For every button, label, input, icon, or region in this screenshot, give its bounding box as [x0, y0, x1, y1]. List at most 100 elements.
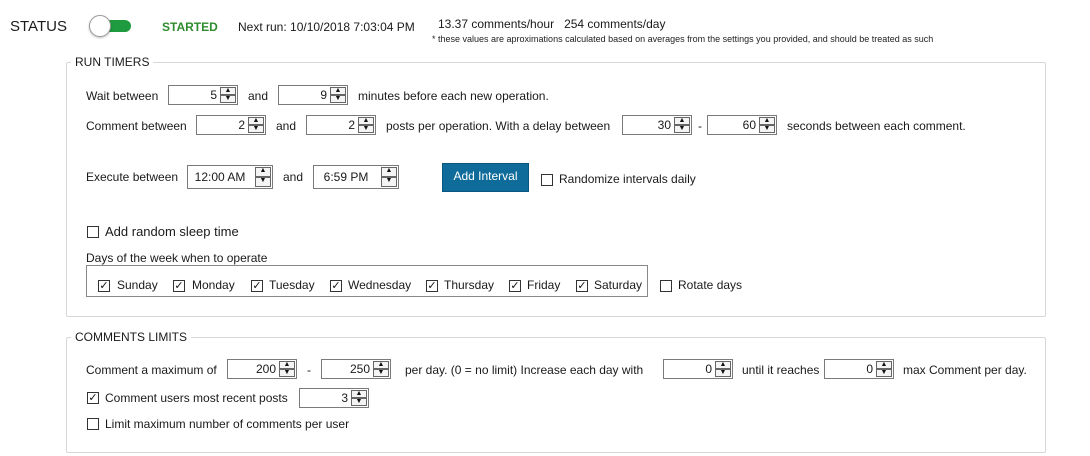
spin-down-icon[interactable]: ▼	[279, 369, 295, 377]
day-sunday-label: Sunday	[117, 278, 158, 292]
comment-max-value: 2	[348, 118, 355, 132]
delay-max-stepper[interactable]: 60 ▲ ▼	[707, 115, 777, 135]
status-state: STARTED	[162, 20, 218, 34]
next-run-text: Next run: 10/10/2018 7:03:04 PM	[238, 20, 415, 34]
day-sunday-checkbox[interactable]: ✓	[98, 280, 110, 292]
days-label: Days of the week when to operate	[86, 251, 268, 265]
spin-up-icon[interactable]: ▲	[248, 117, 264, 125]
comment-max-dash: -	[307, 363, 311, 377]
sleep-checkbox[interactable]	[87, 226, 99, 238]
day-saturday-checkbox[interactable]: ✓	[576, 280, 588, 292]
recent-posts-label: Comment users most recent posts	[105, 391, 288, 405]
comment-max-suffix: max Comment per day.	[903, 363, 1027, 377]
spin-up-icon[interactable]: ▲	[351, 390, 367, 398]
reaches-value: 0	[866, 362, 873, 376]
day-saturday-label: Saturday	[594, 278, 643, 292]
delay-suffix: seconds between each comment.	[787, 119, 966, 133]
status-toggle[interactable]	[89, 15, 133, 37]
spin-up-icon[interactable]: ▲	[358, 117, 374, 125]
execute-end-time[interactable]: 6:59 PM ▲ ▼	[313, 165, 399, 189]
spin-up-icon[interactable]: ▲	[330, 87, 346, 95]
day-monday-label: Monday	[192, 278, 235, 292]
comment-max-max-value: 250	[349, 362, 370, 376]
add-interval-button[interactable]: Add Interval	[442, 163, 529, 192]
spin-down-icon[interactable]: ▼	[373, 369, 389, 377]
reaches-stepper[interactable]: 0 ▲ ▼	[824, 359, 894, 379]
spin-up-icon[interactable]: ▲	[255, 167, 271, 177]
comment-min-stepper[interactable]: 2 ▲ ▼	[196, 115, 266, 135]
status-label: STATUS	[10, 18, 67, 35]
comments-per-day: 254 comments/day	[564, 17, 666, 31]
wait-min-value: 5	[210, 88, 217, 102]
recent-posts-stepper[interactable]: 3 ▲ ▼	[299, 388, 369, 408]
spin-up-icon[interactable]: ▲	[220, 87, 236, 95]
run-timers-legend: RUN TIMERS	[75, 55, 150, 69]
comments-per-hour: 13.37 comments/hour	[438, 17, 555, 31]
delay-min-stepper[interactable]: 30 ▲ ▼	[622, 115, 692, 135]
spin-up-icon[interactable]: ▲	[715, 361, 731, 369]
rates: 13.37 comments/hour 254 comments/day	[438, 17, 665, 31]
spin-up-icon[interactable]: ▲	[381, 167, 397, 177]
spin-down-icon[interactable]: ▼	[248, 125, 264, 133]
spin-down-icon[interactable]: ▼	[351, 398, 367, 406]
wait-suffix: minutes before each new operation.	[358, 89, 549, 103]
wait-and-label: and	[248, 89, 269, 103]
delay-max-value: 60	[742, 118, 756, 132]
day-thursday-checkbox[interactable]: ✓	[426, 280, 438, 292]
comment-mid-text: posts per operation. With a delay betwee…	[386, 119, 611, 133]
spin-up-icon[interactable]: ▲	[279, 361, 295, 369]
comment-max-mid: per day. (0 = no limit) Increase each da…	[405, 363, 644, 377]
wait-max-value: 9	[320, 88, 327, 102]
delay-dash: -	[698, 119, 702, 133]
spin-down-icon[interactable]: ▼	[381, 177, 397, 187]
day-friday-label: Friday	[527, 278, 561, 292]
comment-and-label: and	[276, 119, 297, 133]
spin-down-icon[interactable]: ▼	[715, 369, 731, 377]
day-tuesday-label: Tuesday	[269, 278, 315, 292]
comment-max-stepper[interactable]: 2 ▲ ▼	[306, 115, 376, 135]
day-monday-checkbox[interactable]: ✓	[173, 280, 185, 292]
delay-min-value: 30	[657, 118, 671, 132]
increase-stepper[interactable]: 0 ▲ ▼	[663, 359, 733, 379]
toggle-knob	[89, 15, 111, 37]
randomize-label: Randomize intervals daily	[559, 172, 696, 186]
execute-start-value: 12:00 AM	[194, 170, 246, 184]
spin-up-icon[interactable]: ▲	[759, 117, 775, 125]
increase-value: 0	[705, 362, 712, 376]
spin-down-icon[interactable]: ▼	[330, 95, 346, 103]
limit-per-user-checkbox[interactable]	[87, 418, 99, 430]
spin-down-icon[interactable]: ▼	[876, 369, 892, 377]
day-tuesday-checkbox[interactable]: ✓	[251, 280, 263, 292]
spin-down-icon[interactable]: ▼	[255, 177, 271, 187]
spin-down-icon[interactable]: ▼	[220, 95, 236, 103]
approximation-note: * these values are aproximations calcula…	[432, 34, 934, 44]
rotate-days-checkbox[interactable]	[660, 280, 672, 292]
wait-min-stepper[interactable]: 5 ▲ ▼	[168, 85, 238, 105]
comments-limits-legend: COMMENTS LIMITS	[75, 330, 188, 344]
comment-min-value: 2	[238, 118, 245, 132]
spin-up-icon[interactable]: ▲	[674, 117, 690, 125]
comment-between-label: Comment between	[86, 119, 187, 133]
wait-label: Wait between	[86, 89, 159, 103]
spin-down-icon[interactable]: ▼	[674, 125, 690, 133]
day-wednesday-label: Wednesday	[348, 278, 412, 292]
wait-max-stepper[interactable]: 9 ▲ ▼	[278, 85, 348, 105]
sleep-label: Add random sleep time	[105, 224, 239, 239]
comment-max-label: Comment a maximum of	[86, 363, 217, 377]
recent-posts-checkbox[interactable]: ✓	[87, 392, 99, 404]
comment-max-max-stepper[interactable]: 250 ▲ ▼	[321, 359, 391, 379]
day-wednesday-checkbox[interactable]: ✓	[330, 280, 342, 292]
spin-up-icon[interactable]: ▲	[373, 361, 389, 369]
rotate-days-label: Rotate days	[678, 278, 743, 292]
execute-end-value: 6:59 PM	[323, 170, 369, 184]
day-friday-checkbox[interactable]: ✓	[509, 280, 521, 292]
execute-label: Execute between	[86, 170, 179, 184]
randomize-checkbox[interactable]	[541, 174, 553, 186]
spin-down-icon[interactable]: ▼	[358, 125, 374, 133]
execute-start-time[interactable]: 12:00 AM ▲ ▼	[187, 165, 273, 189]
recent-posts-value: 3	[341, 391, 348, 405]
until-label: until it reaches	[742, 363, 820, 377]
comment-max-min-stepper[interactable]: 200 ▲ ▼	[227, 359, 297, 379]
spin-down-icon[interactable]: ▼	[759, 125, 775, 133]
spin-up-icon[interactable]: ▲	[876, 361, 892, 369]
